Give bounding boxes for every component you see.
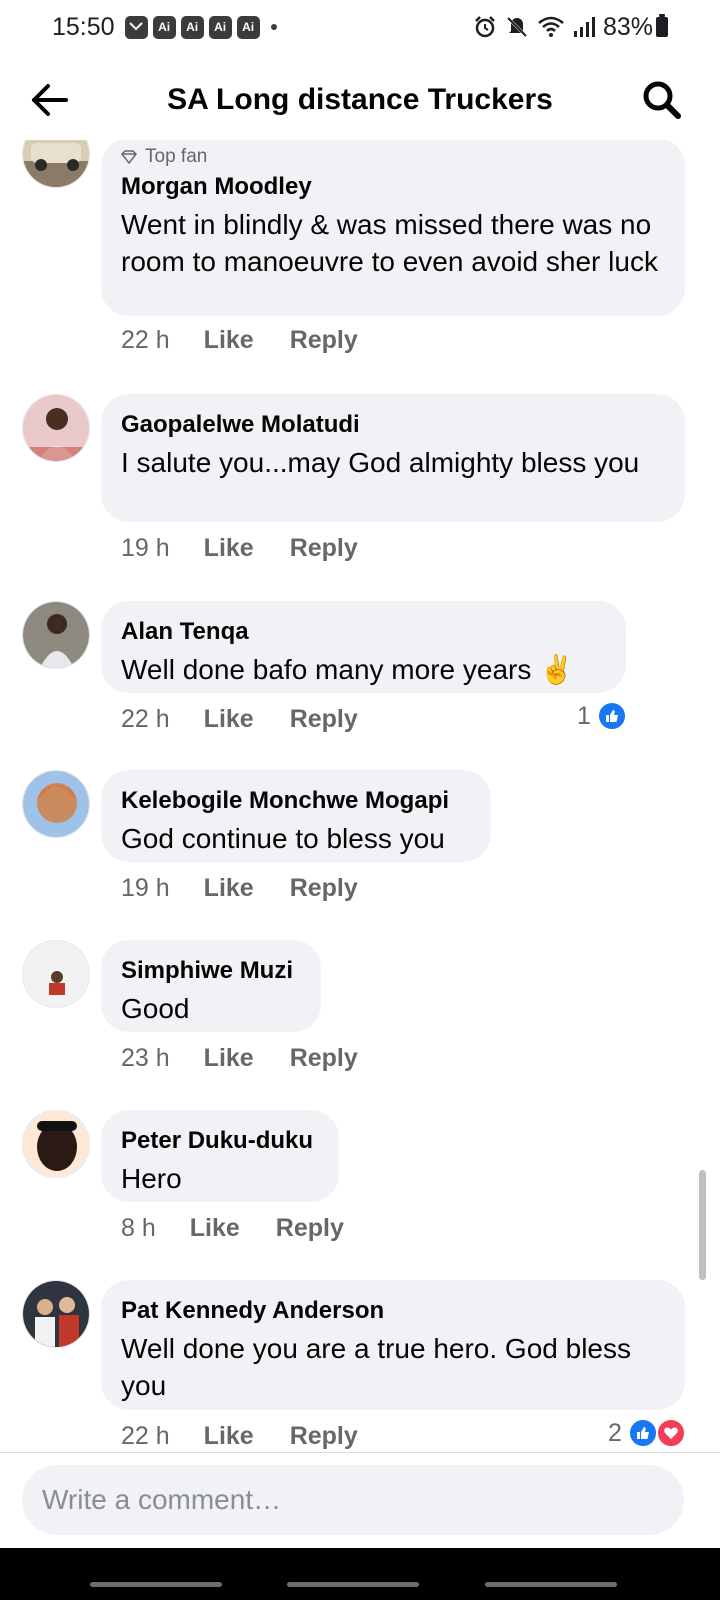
diamond-icon bbox=[121, 150, 137, 164]
status-bar: 15:50 Ai Ai Ai Ai 83% bbox=[0, 0, 720, 54]
comment-time[interactable]: 19 h bbox=[121, 534, 170, 563]
comment-bubble[interactable]: Pat Kennedy Anderson Well done you are a… bbox=[101, 1280, 685, 1410]
comment-time[interactable]: 22 h bbox=[121, 1422, 170, 1450]
ai-app-icon: Ai bbox=[180, 15, 204, 39]
avatar[interactable] bbox=[22, 1110, 90, 1178]
comment-actions: 19 h Like Reply bbox=[121, 874, 358, 903]
ai-app-icon: Ai bbox=[152, 15, 176, 39]
avatar[interactable] bbox=[22, 940, 90, 1008]
comment-author[interactable]: Simphiwe Muzi bbox=[121, 956, 301, 986]
nav-home-handle[interactable] bbox=[287, 1582, 419, 1587]
scrollbar-thumb[interactable] bbox=[699, 1170, 706, 1280]
more-notifications-dot-icon bbox=[270, 24, 277, 30]
reply-button[interactable]: Reply bbox=[290, 1422, 358, 1450]
comment-text: Good bbox=[121, 993, 190, 1024]
comment-input[interactable] bbox=[22, 1465, 684, 1535]
reaction-summary[interactable]: 1 bbox=[577, 701, 627, 731]
system-icons: 83% bbox=[473, 13, 668, 42]
like-button[interactable]: Like bbox=[204, 705, 254, 734]
comment-bubble[interactable]: Kelebogile Monchwe Mogapi God continue t… bbox=[101, 770, 491, 862]
comment-text: Well done bafo many more years ✌️ bbox=[121, 654, 574, 685]
comment-author[interactable]: Peter Duku-duku bbox=[121, 1126, 319, 1156]
reply-button[interactable]: Reply bbox=[290, 705, 358, 734]
comment-time[interactable]: 22 h bbox=[121, 326, 170, 355]
reply-button[interactable]: Reply bbox=[290, 874, 358, 903]
comment-time[interactable]: 22 h bbox=[121, 705, 170, 734]
battery-icon bbox=[656, 14, 668, 37]
like-reaction-icon bbox=[596, 701, 627, 731]
battery-percent: 83% bbox=[602, 12, 653, 41]
comment-text: God continue to bless you bbox=[121, 823, 445, 854]
page-title: SA Long distance Truckers bbox=[167, 83, 553, 116]
avatar[interactable] bbox=[22, 394, 90, 462]
comment-author[interactable]: Morgan Moodley bbox=[121, 172, 665, 202]
comment-time[interactable]: 8 h bbox=[121, 1214, 156, 1243]
like-button[interactable]: Like bbox=[190, 1214, 240, 1243]
comments-list[interactable]: Top fan Morgan Moodley Went in blindly &… bbox=[0, 140, 720, 1450]
comment-bubble[interactable]: Peter Duku-duku Hero bbox=[101, 1110, 339, 1202]
search-icon[interactable] bbox=[640, 78, 684, 122]
group-header: SA Long distance Truckers bbox=[0, 60, 720, 140]
mute-icon bbox=[506, 16, 528, 38]
comment-actions: 23 h Like Reply bbox=[121, 1044, 358, 1073]
battery-indicator: 83% bbox=[603, 13, 668, 42]
like-button[interactable]: Like bbox=[204, 1422, 254, 1450]
comment-bubble[interactable]: Top fan Morgan Moodley Went in blindly &… bbox=[101, 140, 685, 316]
comment-actions: 8 h Like Reply bbox=[121, 1214, 344, 1243]
comment-composer bbox=[0, 1452, 720, 1548]
comment-actions: 22 h Like Reply bbox=[121, 705, 358, 734]
nav-recents-handle[interactable] bbox=[90, 1582, 222, 1587]
comment-text: I salute you...may God almighty bless yo… bbox=[121, 447, 640, 478]
comment-time[interactable]: 23 h bbox=[121, 1044, 170, 1073]
comment-bubble[interactable]: Gaopalelwe Molatudi I salute you...may G… bbox=[101, 394, 685, 522]
comment-actions: 22 h Like Reply bbox=[121, 1422, 358, 1450]
like-button[interactable]: Like bbox=[204, 534, 254, 563]
avatar[interactable] bbox=[22, 1280, 90, 1348]
signal-icon bbox=[573, 17, 595, 37]
avatar[interactable] bbox=[22, 601, 90, 669]
mail-icon bbox=[124, 15, 148, 39]
wifi-icon bbox=[538, 16, 564, 37]
ai-app-icon: Ai bbox=[208, 15, 232, 39]
avatar[interactable] bbox=[22, 140, 90, 188]
reply-button[interactable]: Reply bbox=[290, 1044, 358, 1073]
back-arrow-icon[interactable] bbox=[28, 78, 72, 122]
system-navigation-bar bbox=[0, 1548, 720, 1600]
like-button[interactable]: Like bbox=[204, 1044, 254, 1073]
reply-button[interactable]: Reply bbox=[276, 1214, 344, 1243]
comment-author[interactable]: Gaopalelwe Molatudi bbox=[121, 410, 665, 440]
comment-text: Hero bbox=[121, 1163, 182, 1194]
nav-back-handle[interactable] bbox=[485, 1582, 617, 1587]
love-reaction-icon bbox=[655, 1418, 686, 1448]
comment-text: Well done you are a true hero. God bless… bbox=[121, 1333, 632, 1401]
reply-button[interactable]: Reply bbox=[290, 326, 358, 355]
notification-icons: Ai Ai Ai Ai bbox=[124, 15, 277, 39]
ai-app-icon: Ai bbox=[236, 15, 260, 39]
badge-label: Top fan bbox=[145, 146, 208, 167]
status-time: 15:50 bbox=[52, 12, 115, 41]
comment-actions: 22 h Like Reply bbox=[121, 326, 358, 355]
top-fan-badge: Top fan bbox=[121, 146, 665, 168]
comment-bubble[interactable]: Alan Tenqa Well done bafo many more year… bbox=[101, 601, 626, 693]
like-button[interactable]: Like bbox=[204, 874, 254, 903]
like-reaction-icon bbox=[627, 1418, 658, 1448]
like-button[interactable]: Like bbox=[204, 326, 254, 355]
reaction-summary[interactable]: 2 bbox=[608, 1418, 686, 1448]
comment-text: Went in blindly & was missed there was n… bbox=[121, 209, 658, 277]
comment-bubble[interactable]: Simphiwe Muzi Good bbox=[101, 940, 321, 1032]
avatar[interactable] bbox=[22, 770, 90, 838]
comment-time[interactable]: 19 h bbox=[121, 874, 170, 903]
reaction-count: 1 bbox=[577, 701, 591, 730]
reaction-count: 2 bbox=[608, 1418, 622, 1447]
reply-button[interactable]: Reply bbox=[290, 534, 358, 563]
comment-actions: 19 h Like Reply bbox=[121, 534, 358, 563]
comment-author[interactable]: Pat Kennedy Anderson bbox=[121, 1296, 665, 1326]
alarm-icon bbox=[475, 16, 495, 38]
comment-author[interactable]: Alan Tenqa bbox=[121, 617, 606, 647]
comment-author[interactable]: Kelebogile Monchwe Mogapi bbox=[121, 786, 471, 816]
